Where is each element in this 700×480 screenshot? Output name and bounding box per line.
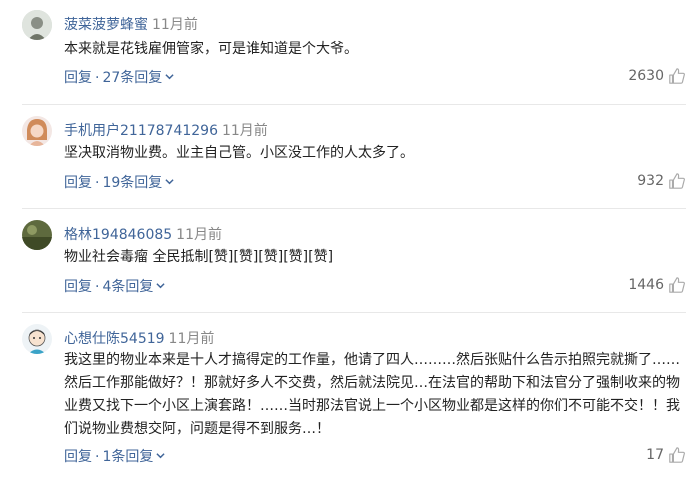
thumbs-up-icon[interactable] bbox=[668, 446, 686, 464]
divider bbox=[22, 208, 686, 209]
avatar[interactable] bbox=[22, 10, 52, 40]
replies-count: 27条回复 bbox=[102, 70, 163, 86]
comment-actions: 回复 · 1条回复 bbox=[64, 446, 165, 466]
comment-text: 物业社会毒瘤 全民抵制[赞][赞][赞][赞][赞] bbox=[64, 249, 334, 265]
separator-dot: · bbox=[95, 279, 100, 295]
chevron-down-icon bbox=[165, 179, 174, 185]
comment-text: 坚决取消物业费。业主自己管。小区没工作的人太多了。 bbox=[64, 145, 414, 161]
avatar-image bbox=[22, 220, 52, 250]
like-count: 17 bbox=[646, 447, 664, 463]
like-count: 1446 bbox=[628, 277, 664, 293]
like-count: 932 bbox=[637, 173, 664, 189]
chevron-down-icon bbox=[156, 283, 165, 289]
avatar[interactable] bbox=[22, 116, 52, 146]
comment-time: 11月前 bbox=[176, 227, 222, 243]
like-count: 2630 bbox=[628, 68, 664, 84]
comment-meta: 手机用户21178741296 11月前 bbox=[64, 120, 268, 140]
avatar-image bbox=[22, 324, 52, 354]
comment-time: 11月前 bbox=[221, 123, 268, 139]
divider bbox=[22, 104, 686, 105]
comment-meta: 格林194846085 11月前 bbox=[64, 224, 222, 244]
replies-count: 4条回复 bbox=[102, 279, 154, 295]
chevron-down-icon bbox=[156, 453, 165, 459]
separator-dot: · bbox=[95, 449, 100, 465]
thumbs-up-icon[interactable] bbox=[668, 67, 686, 85]
username-link[interactable]: 心想仕陈54519 bbox=[64, 331, 165, 347]
avatar[interactable] bbox=[22, 220, 52, 250]
comment-time: 11月前 bbox=[152, 17, 198, 33]
comment-text: 我这里的物业本来是十人才搞得定的工作量，他请了四人………然后张贴什么告示拍照完就… bbox=[64, 352, 680, 437]
comment-actions: 回复 · 27条回复 bbox=[64, 67, 174, 87]
avatar[interactable] bbox=[22, 324, 52, 354]
comment-text: 本来就是花钱雇佣管家，可是谁知道是个大爷。 bbox=[64, 41, 358, 57]
like-control[interactable]: 932 bbox=[637, 172, 686, 190]
reply-button[interactable]: 回复 bbox=[64, 279, 92, 295]
username-link[interactable]: 格林194846085 bbox=[64, 227, 172, 243]
replies-count: 1条回复 bbox=[102, 449, 154, 465]
like-control[interactable]: 17 bbox=[646, 446, 686, 464]
username-link[interactable]: 菠菜菠萝蜂蜜 bbox=[64, 17, 148, 33]
replies-count: 19条回复 bbox=[102, 175, 163, 191]
view-replies-button[interactable]: 19条回复 bbox=[102, 175, 174, 191]
view-replies-button[interactable]: 1条回复 bbox=[102, 449, 165, 465]
avatar-image bbox=[22, 116, 52, 146]
separator-dot: · bbox=[95, 70, 100, 86]
avatar-image bbox=[22, 10, 52, 40]
view-replies-button[interactable]: 4条回复 bbox=[102, 279, 165, 295]
divider bbox=[22, 312, 686, 313]
reply-button[interactable]: 回复 bbox=[64, 175, 92, 191]
thumbs-up-icon[interactable] bbox=[668, 276, 686, 294]
reply-button[interactable]: 回复 bbox=[64, 70, 92, 86]
comment-time: 11月前 bbox=[168, 331, 215, 347]
username-link[interactable]: 手机用户21178741296 bbox=[64, 123, 218, 139]
comment-actions: 回复 · 4条回复 bbox=[64, 276, 165, 296]
comment-meta: 菠菜菠萝蜂蜜 11月前 bbox=[64, 14, 198, 34]
reply-button[interactable]: 回复 bbox=[64, 449, 92, 465]
thumbs-up-icon[interactable] bbox=[668, 172, 686, 190]
like-control[interactable]: 2630 bbox=[628, 67, 686, 85]
comment-actions: 回复 · 19条回复 bbox=[64, 172, 174, 192]
view-replies-button[interactable]: 27条回复 bbox=[102, 70, 174, 86]
like-control[interactable]: 1446 bbox=[628, 276, 686, 294]
separator-dot: · bbox=[95, 175, 100, 191]
comment-meta: 心想仕陈54519 11月前 bbox=[64, 328, 214, 348]
chevron-down-icon bbox=[165, 74, 174, 80]
